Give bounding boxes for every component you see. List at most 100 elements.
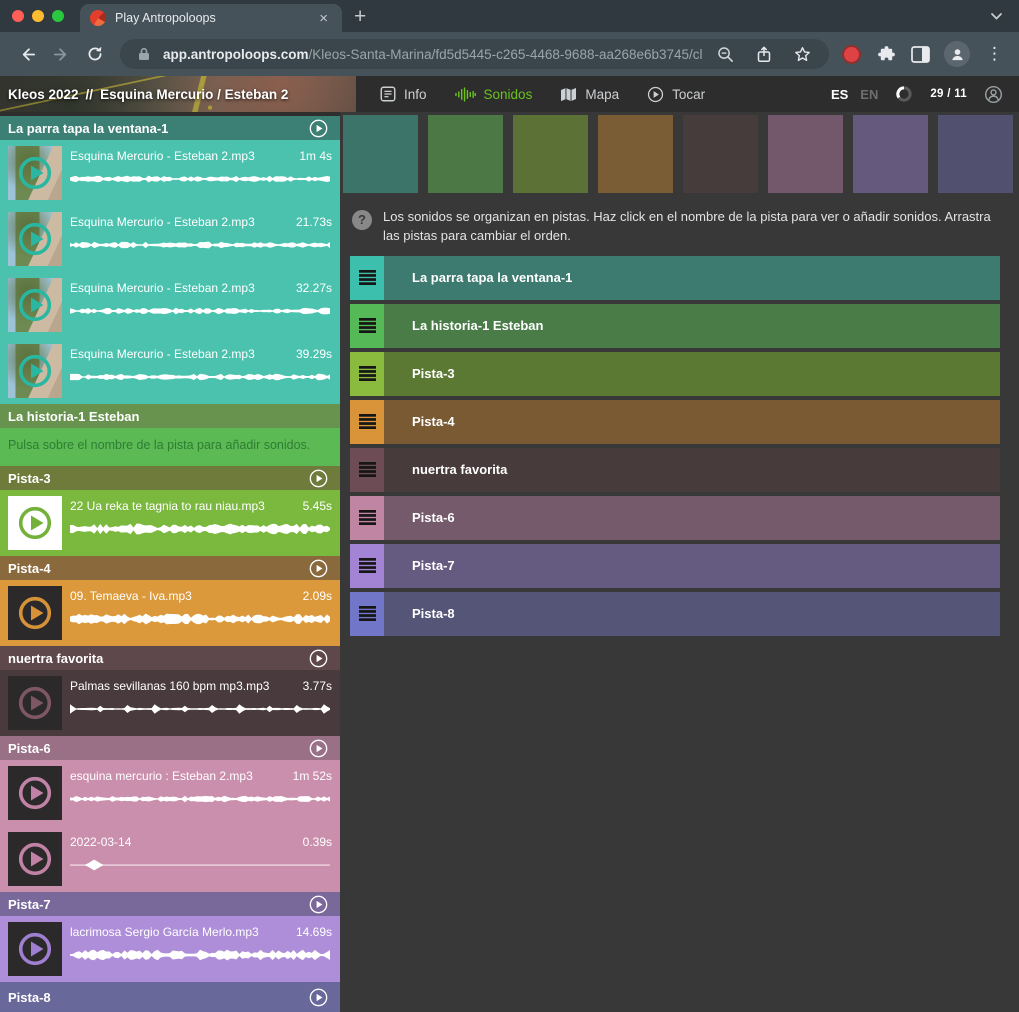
url-text: app.antropoloops.com/Kleos-Santa-Marina/…: [163, 47, 704, 62]
clip-play-icon[interactable]: [13, 837, 57, 881]
zoom-out-icon[interactable]: [713, 42, 738, 67]
track-color-swatch: [343, 115, 418, 193]
audio-clip[interactable]: esquina mercurio : Esteban 2.mp31m 52s: [0, 760, 340, 826]
track-row-label: Pista-8: [384, 592, 1000, 636]
audio-clip[interactable]: 22 Ua reka te tagnia to rau niau.mp35.45…: [0, 490, 340, 556]
track-row[interactable]: Pista-8: [350, 592, 1000, 636]
header-right-cluster: ESEN 29 / 11: [831, 81, 1019, 108]
back-button[interactable]: [10, 37, 44, 71]
audio-clip[interactable]: Esquina Mercurio - Esteban 2.mp332.27s: [0, 272, 340, 338]
help-icon[interactable]: ?: [352, 210, 372, 230]
clip-thumbnail: [8, 766, 62, 820]
track-header[interactable]: La historia-1 Esteban: [0, 404, 340, 428]
tab-search-chevron-icon[interactable]: [990, 12, 1003, 21]
track-row-label: La historia-1 Esteban: [384, 304, 1000, 348]
track-row[interactable]: nuertra favorita: [350, 448, 1000, 492]
language-en[interactable]: EN: [860, 87, 878, 102]
track-header-label: La historia-1 Esteban: [8, 409, 139, 424]
clip-info: Esquina Mercurio - Esteban 2.mp339.29s: [70, 344, 332, 398]
clip-info: 09. Temaeva - Iva.mp32.09s: [70, 586, 332, 640]
clip-play-icon[interactable]: [13, 927, 57, 971]
track-play-button[interactable]: [305, 984, 332, 1011]
clip-play-icon[interactable]: [13, 501, 57, 545]
audio-clip[interactable]: 09. Temaeva - Iva.mp32.09s: [0, 580, 340, 646]
nav-item-mapa[interactable]: Mapa: [560, 86, 619, 103]
new-tab-button[interactable]: +: [354, 6, 366, 27]
reload-button[interactable]: [78, 37, 112, 71]
browser-tab[interactable]: Play Antropoloops ×: [80, 4, 342, 32]
nav-item-sonidos[interactable]: Sonidos: [455, 86, 533, 103]
browser-menu-icon[interactable]: ⋮: [980, 44, 1009, 64]
track-header[interactable]: nuertra favorita: [0, 646, 340, 670]
drag-handle-icon[interactable]: [350, 304, 384, 348]
track-row[interactable]: Pista-7: [350, 544, 1000, 588]
track-header[interactable]: Pista-3: [0, 466, 340, 490]
drag-handle-icon[interactable]: [350, 592, 384, 636]
clip-play-icon[interactable]: [13, 591, 57, 635]
clip-duration: 2.09s: [303, 589, 332, 603]
track-header[interactable]: Pista-7: [0, 892, 340, 916]
clip-info: Esquina Mercurio - Esteban 2.mp321.73s: [70, 212, 332, 266]
track-row[interactable]: La parra tapa la ventana-1: [350, 256, 1000, 300]
window-close-button[interactable]: [12, 10, 24, 22]
clip-play-icon[interactable]: [13, 349, 57, 393]
track-play-button[interactable]: [305, 735, 332, 762]
audio-clip[interactable]: Esquina Mercurio - Esteban 2.mp31m 4s: [0, 140, 340, 206]
nav-item-tocar[interactable]: Tocar: [647, 86, 705, 103]
forward-button[interactable]: [44, 37, 78, 71]
clip-title: Esquina Mercurio - Esteban 2.mp3: [70, 347, 255, 361]
url-bar[interactable]: app.antropoloops.com/Kleos-Santa-Marina/…: [120, 39, 829, 69]
clip-info: esquina mercurio : Esteban 2.mp31m 52s: [70, 766, 332, 820]
track-header[interactable]: La parra tapa la ventana-1: [0, 116, 340, 140]
window-minimize-button[interactable]: [32, 10, 44, 22]
clip-play-icon[interactable]: [13, 283, 57, 327]
track-header[interactable]: Pista-8: [0, 982, 340, 1012]
track-row[interactable]: Pista-6: [350, 496, 1000, 540]
info-icon: [380, 86, 396, 102]
tab-title: Play Antropoloops: [115, 11, 306, 25]
track-play-button[interactable]: [305, 891, 332, 918]
audio-clip[interactable]: 2022-03-140.39s: [0, 826, 340, 892]
audio-clip[interactable]: Esquina Mercurio - Esteban 2.mp321.73s: [0, 206, 340, 272]
audio-clip[interactable]: Palmas sevillanas 160 bpm mp3.mp33.77s: [0, 670, 340, 736]
track-header-label: nuertra favorita: [8, 651, 103, 666]
audio-clip[interactable]: lacrimosa Sergio García Merlo.mp314.69s: [0, 916, 340, 982]
track-header[interactable]: Pista-6: [0, 736, 340, 760]
track-row-label: Pista-6: [384, 496, 1000, 540]
track-row[interactable]: Pista-3: [350, 352, 1000, 396]
track-play-button[interactable]: [305, 555, 332, 582]
clip-play-icon[interactable]: [13, 771, 57, 815]
clip-meta: 2022-03-140.39s: [70, 835, 332, 849]
track-play-button[interactable]: [305, 645, 332, 672]
clip-waveform: [70, 304, 332, 318]
track-row[interactable]: Pista-4: [350, 400, 1000, 444]
profile-avatar[interactable]: [944, 41, 970, 67]
drag-handle-icon[interactable]: [350, 448, 384, 492]
drag-handle-icon[interactable]: [350, 496, 384, 540]
side-panel-icon[interactable]: [907, 42, 934, 67]
audio-clip[interactable]: Esquina Mercurio - Esteban 2.mp339.29s: [0, 338, 340, 404]
window-zoom-button[interactable]: [52, 10, 64, 22]
track-play-button[interactable]: [305, 465, 332, 492]
share-icon[interactable]: [753, 42, 775, 67]
tab-close-icon[interactable]: ×: [315, 9, 332, 28]
drag-handle-icon[interactable]: [350, 544, 384, 588]
track-header[interactable]: Pista-4: [0, 556, 340, 580]
drag-handle-icon[interactable]: [350, 352, 384, 396]
clip-play-icon[interactable]: [13, 217, 57, 261]
language-es[interactable]: ES: [831, 87, 848, 102]
clip-waveform: [70, 858, 332, 872]
drag-handle-icon[interactable]: [350, 256, 384, 300]
track-header-label: Pista-8: [8, 990, 51, 1005]
clip-play-icon[interactable]: [13, 151, 57, 195]
bookmark-star-icon[interactable]: [790, 42, 815, 67]
account-icon[interactable]: [980, 81, 1007, 108]
track-row[interactable]: La historia-1 Esteban: [350, 304, 1000, 348]
recording-indicator-icon[interactable]: [842, 45, 861, 64]
extensions-puzzle-icon[interactable]: [873, 41, 900, 68]
drag-handle-icon[interactable]: [350, 400, 384, 444]
nav-item-info[interactable]: Info: [380, 86, 427, 103]
clip-play-icon[interactable]: [13, 681, 57, 725]
track-play-button[interactable]: [305, 115, 332, 142]
clip-thumbnail: [8, 212, 62, 266]
